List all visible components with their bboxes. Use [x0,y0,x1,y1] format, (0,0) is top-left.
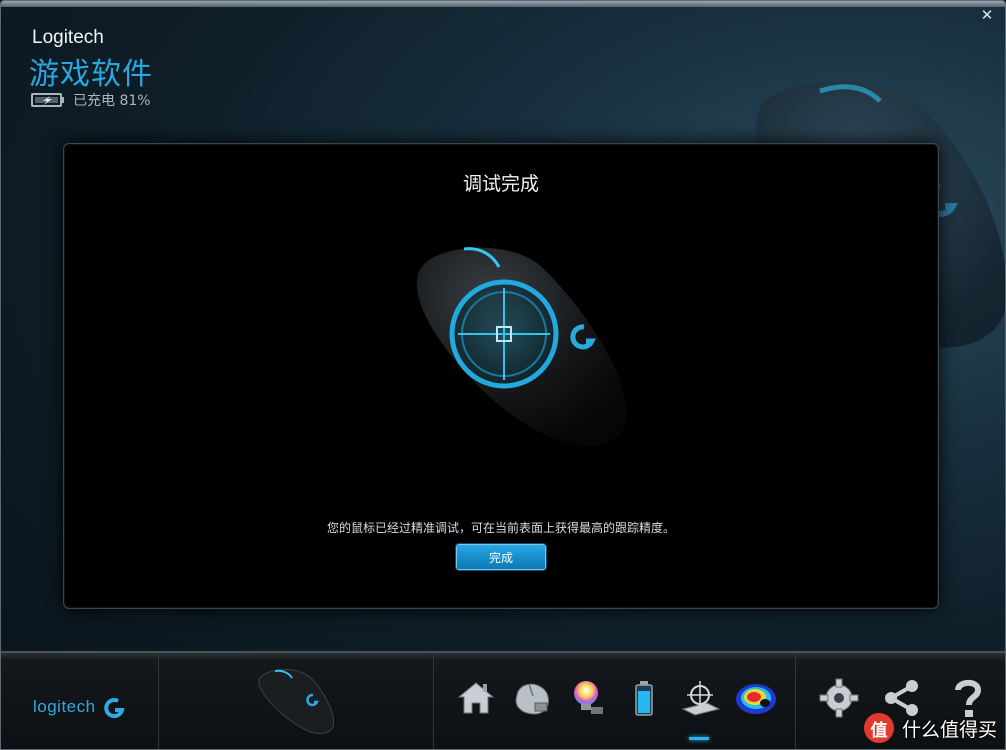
watermark-badge: 值 [863,713,894,743]
toolbar-divider [795,653,796,749]
logo-text: logitech [33,697,96,716]
active-tool-indicator [689,737,709,740]
battery-text: 已充电 81% [73,93,151,109]
selected-device-mouse[interactable] [251,665,341,735]
tuning-complete-dialog: 调试完成 您的鼠标已经过精准调试，可在当前表面上获得最高的跟踪精度。 完成 [63,143,939,609]
dialog-message: 您的鼠标已经过精准调试，可在当前表面上获得最高的跟踪精度。 [326,521,675,535]
lighting-icon[interactable] [565,675,611,721]
battery-status: 已充电 81% [31,90,151,110]
heatmap-icon[interactable] [733,675,779,721]
watermark: 值 什么值得买 [863,713,997,743]
gear-icon[interactable] [816,675,862,721]
done-button[interactable]: 完成 [455,543,547,571]
dialog-title: 调试完成 [462,173,539,195]
toolbar-divider [158,653,159,749]
app-window: ✕ Logitech 游戏软件 已充电 81% 调试完成 您的鼠标已经过精准调试… [0,0,1006,750]
title-bar[interactable] [1,1,1005,7]
surface-tuning-icon[interactable] [677,675,723,721]
mouse-crosshair-illustration [416,247,627,446]
battery-charging-icon [31,93,64,107]
bottom-toolbar: logitech 值 什么值得买 [1,651,1005,749]
mouse-settings-icon[interactable] [509,675,555,721]
home-icon[interactable] [453,675,499,721]
close-button[interactable]: ✕ [979,7,995,23]
toolbar-divider [433,653,434,749]
g-logo-icon [103,698,125,718]
watermark-text: 什么值得买 [901,718,997,741]
brand-name: Logitech [32,27,104,48]
logitech-g-logo[interactable]: logitech [33,695,126,719]
app-title: 游戏软件 [29,57,153,92]
battery-level-icon[interactable] [621,675,667,721]
